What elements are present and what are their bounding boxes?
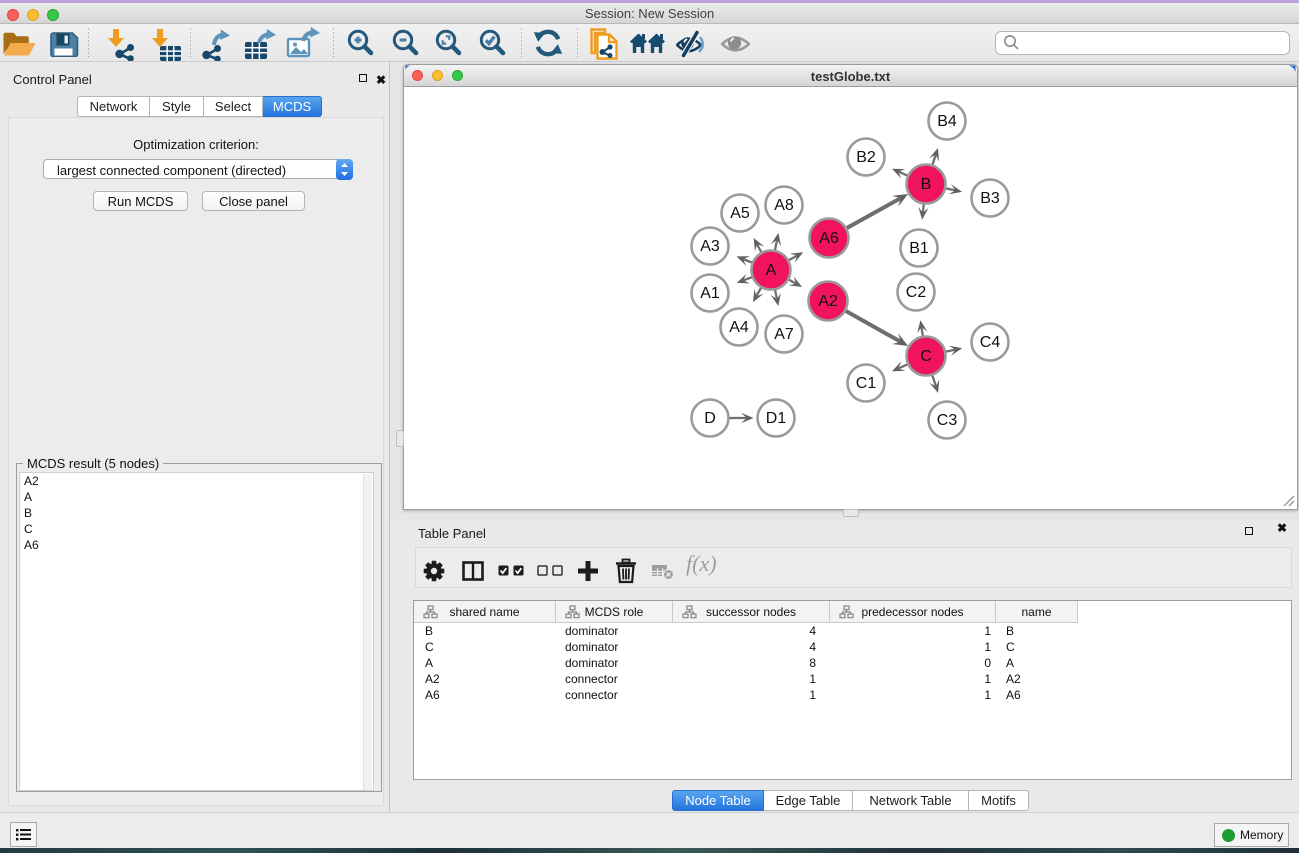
svg-text:C: C [920, 348, 932, 365]
svg-text:A6: A6 [819, 230, 839, 247]
svg-text:B: B [921, 176, 932, 193]
svg-text:D1: D1 [766, 410, 787, 427]
svg-text:C2: C2 [906, 284, 927, 301]
svg-text:B3: B3 [980, 190, 1000, 207]
svg-text:A8: A8 [774, 197, 794, 214]
svg-text:A5: A5 [730, 205, 750, 222]
svg-text:A7: A7 [774, 326, 794, 343]
svg-text:D: D [704, 410, 716, 427]
svg-text:B4: B4 [937, 113, 957, 130]
svg-text:A: A [766, 262, 777, 279]
svg-text:A4: A4 [729, 319, 749, 336]
svg-text:A2: A2 [818, 293, 838, 310]
svg-text:A1: A1 [700, 285, 720, 302]
svg-text:C4: C4 [980, 334, 1001, 351]
svg-text:A3: A3 [700, 238, 720, 255]
svg-text:B2: B2 [856, 149, 876, 166]
svg-text:C1: C1 [856, 375, 877, 392]
svg-text:B1: B1 [909, 240, 929, 257]
svg-text:C3: C3 [937, 412, 958, 429]
